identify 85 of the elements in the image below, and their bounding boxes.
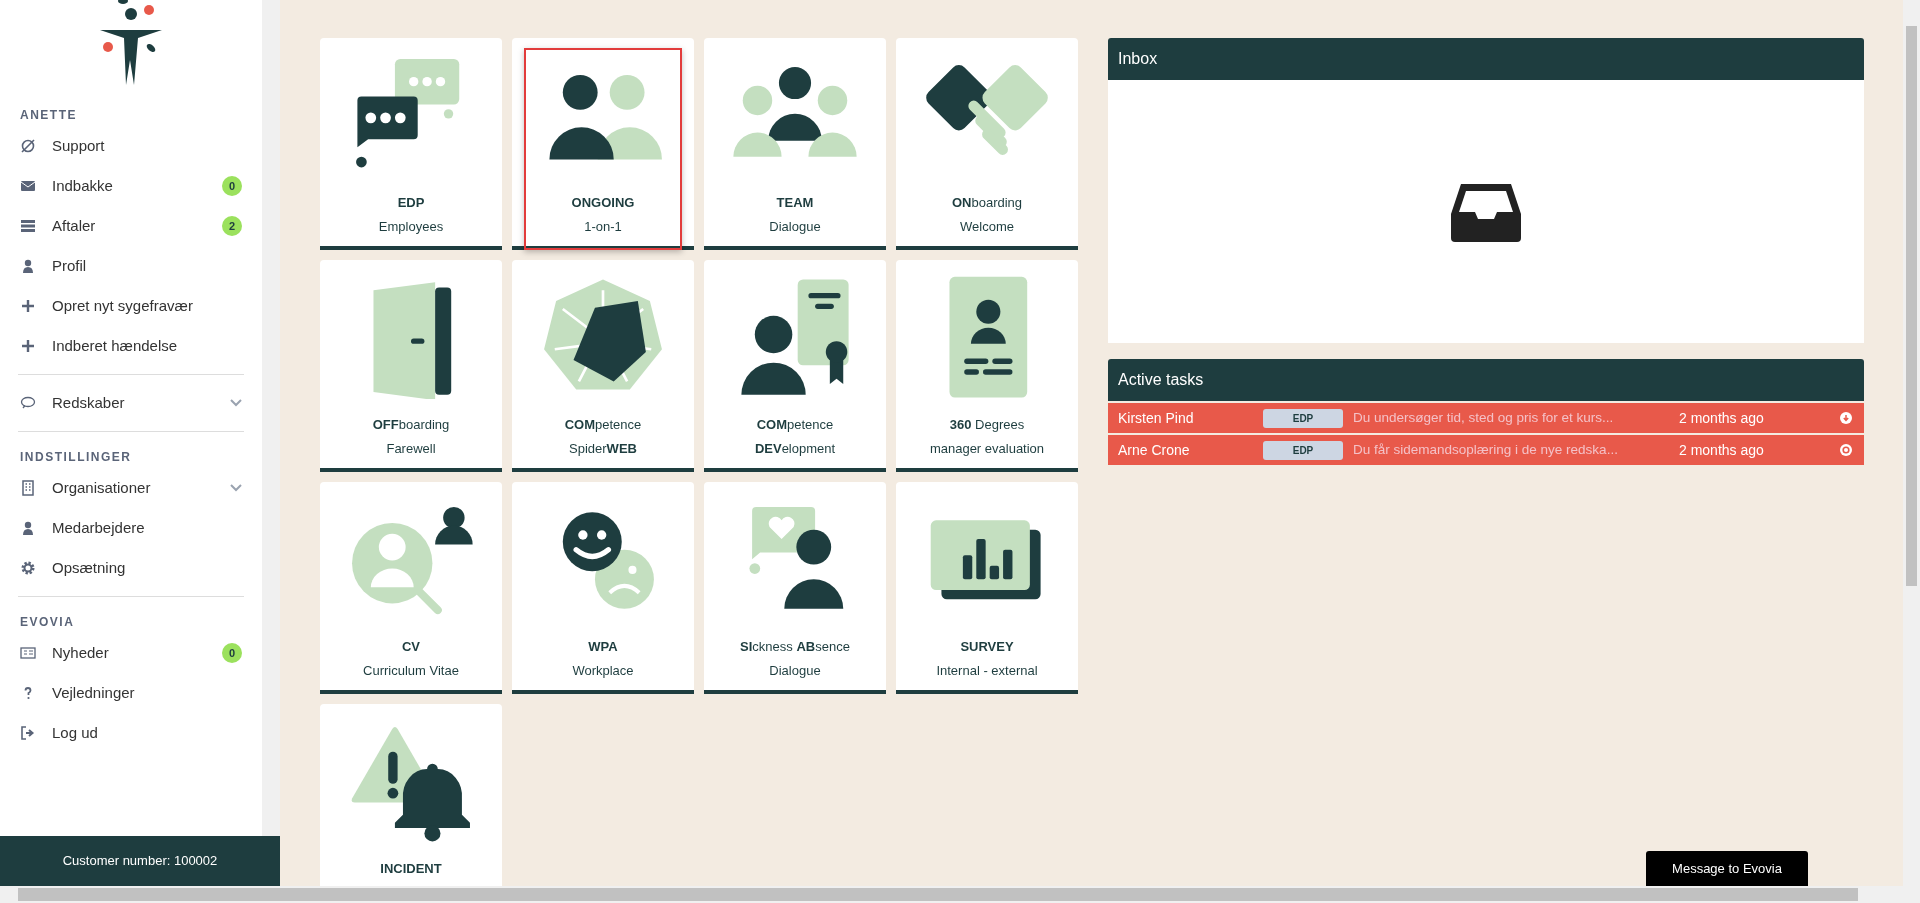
tile-card[interactable]: COMpetence DEVelopment (704, 260, 886, 472)
tile-title: EDP (396, 194, 426, 212)
task-row[interactable]: Arne Crone EDP Du får sidemandsoplæring i de nye redska... 2 months ago (1108, 435, 1864, 465)
plus-icon (20, 298, 36, 314)
task-description: Du får sidemandsoplæring i de nye redska... (1353, 441, 1619, 459)
tile-subtitle: DEVelopment (753, 439, 837, 458)
sidebar-item[interactable]: Organisationer (0, 468, 262, 508)
tile-subtitle: SpiderWEB (568, 439, 638, 458)
tile-subtitle: Dialogue (768, 217, 822, 236)
tile-title: ONboarding (950, 194, 1024, 212)
tile-subtitle: Workplace (571, 661, 635, 680)
tile-subtitle: Curriculum Vitae (362, 661, 460, 680)
task-name: Kirsten Pind (1118, 408, 1195, 428)
task-time: 2 months ago (1679, 408, 1765, 428)
tile-title: 360 Degrees (948, 416, 1026, 434)
task-time: 2 months ago (1679, 440, 1765, 460)
tile-title: SIckness ABsence (739, 638, 851, 656)
tile-card[interactable]: ONboarding Welcome (896, 38, 1078, 250)
newspaper-icon (20, 645, 36, 661)
sidebar-item[interactable]: Profil (0, 246, 262, 286)
tile-subtitle: Dialogue (768, 661, 822, 680)
tile-subtitle: manager evaluation (928, 439, 1046, 458)
tile-title: COMpetence (563, 416, 643, 434)
count-badge: 0 (221, 642, 242, 664)
tile-title: CV (400, 638, 422, 656)
tile-card[interactable]: CV Curriculum Vitae (320, 482, 502, 694)
count-badge: 0 (221, 175, 242, 197)
sidebar-item[interactable]: Redskaber (0, 383, 262, 423)
sidebar-item[interactable]: Vejledninger (0, 673, 262, 713)
sidebar-item[interactable]: Support (0, 126, 262, 166)
tag-badge: EDP (1263, 408, 1343, 428)
tile-title: OFFboarding (371, 416, 451, 434)
tile-card[interactable]: EDP Employees (320, 38, 502, 250)
sidebar-item[interactable]: Opret nyt sygefravær (0, 286, 262, 326)
sidebar-item[interactable]: Indberet hændelse (0, 326, 262, 366)
arrow-circle-icon[interactable] (1840, 412, 1852, 424)
sidebar-item[interactable]: Log ud (0, 713, 262, 753)
list-icon (20, 218, 36, 234)
sidebar-item[interactable]: Opsætning (0, 548, 262, 588)
tile-card[interactable]: 360 Degrees manager evaluation (896, 260, 1078, 472)
sidebar-item[interactable]: Medarbejdere (0, 508, 262, 548)
message-button[interactable]: Message to Evovia (1646, 851, 1808, 886)
tile-subtitle: Farewell (385, 439, 437, 458)
building-icon (20, 480, 36, 496)
tile-title: ONGOING (570, 194, 636, 212)
tile-card[interactable]: INCIDENT (320, 704, 502, 886)
customer-number: Customer number: 100002 (0, 836, 280, 886)
settings-icon (20, 560, 36, 576)
logout-icon (20, 725, 36, 741)
tile-subtitle: Employees (377, 217, 445, 236)
sidebar-item[interactable]: Indbakke 0 (0, 166, 262, 206)
plus-icon (20, 338, 36, 354)
section-heading: EVOVIA (19, 614, 76, 631)
tile-subtitle: Internal - external (935, 661, 1039, 680)
tile-card[interactable]: OFFboarding Farewell (320, 260, 502, 472)
sidebar-item[interactable]: Aftaler 2 (0, 206, 262, 246)
tile-card[interactable]: ONGOING 1-on-1 (512, 38, 694, 250)
speech-bubble-icon (20, 395, 36, 411)
panel-header: Inbox (1108, 38, 1864, 80)
sidebar-item[interactable]: Nyheder 0 (0, 633, 262, 673)
envelope-icon (20, 178, 36, 194)
tile-title: SURVEY (959, 638, 1015, 656)
task-name: Arne Crone (1118, 440, 1191, 460)
tile-subtitle: 1-on-1 (583, 217, 623, 236)
target-circle-icon[interactable] (1840, 444, 1852, 456)
section-heading: ANETTE (19, 107, 78, 124)
task-description: Du undersøger tid, sted og pris for et kurs... (1353, 409, 1615, 427)
count-badge: 2 (221, 215, 242, 237)
person-icon (20, 258, 36, 274)
tile-card[interactable]: COMpetence SpiderWEB (512, 260, 694, 472)
inbox-tray-icon (1451, 181, 1521, 242)
task-row[interactable]: Kirsten Pind EDP Du undersøger tid, sted og pris for et kurs... 2 months ago (1108, 403, 1864, 433)
tile-card[interactable]: SURVEY Internal - external (896, 482, 1078, 694)
tag-badge: EDP (1263, 440, 1343, 460)
tile-subtitle: Welcome (959, 217, 1015, 236)
tile-title: INCIDENT (379, 860, 443, 878)
panel-header: Active tasks (1108, 359, 1864, 401)
section-heading: INDSTILLINGER (19, 449, 133, 466)
tile-card[interactable]: TEAM Dialogue (704, 38, 886, 250)
tile-title: WPA (587, 638, 619, 656)
tile-title: TEAM (775, 194, 815, 212)
tile-card[interactable]: SIckness ABsence Dialogue (704, 482, 886, 694)
tile-title: COMpetence (755, 416, 835, 434)
person-icon (20, 520, 36, 536)
tile-card[interactable]: WPA Workplace (512, 482, 694, 694)
